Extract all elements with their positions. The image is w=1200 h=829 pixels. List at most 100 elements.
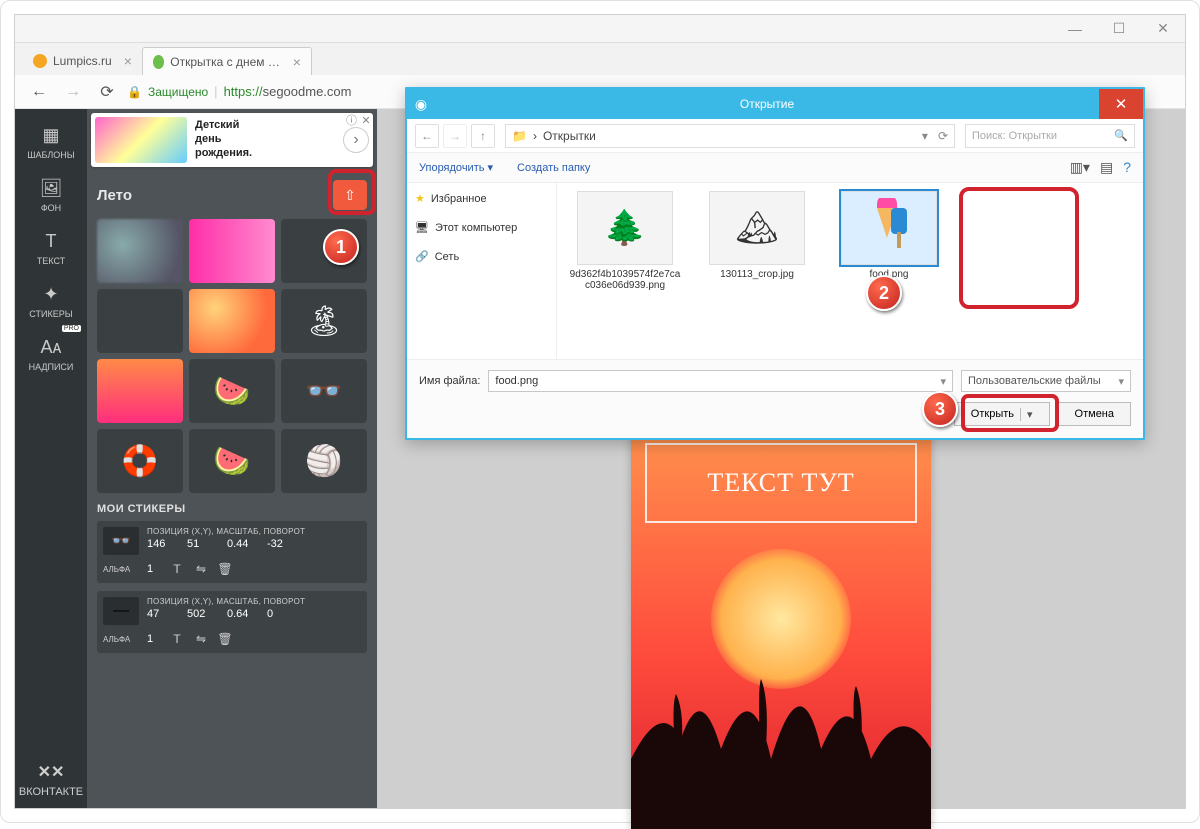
sticker-thumb[interactable]: 🏐 <box>281 429 367 493</box>
delete-icon[interactable]: 🗑 <box>217 631 233 647</box>
my-sticker-thumb: — <box>103 597 139 625</box>
filetype-filter[interactable]: Пользовательские файлы▾ <box>961 370 1131 392</box>
sidebar-label: НАДПИСИ <box>29 362 74 372</box>
nav-reload-icon[interactable]: ⟳ <box>93 78 121 106</box>
lock-icon: 🔒 <box>127 85 142 99</box>
ad-info-icon[interactable]: ⓘ <box>346 112 357 128</box>
bold-icon[interactable]: T <box>169 561 185 577</box>
nav-up-icon[interactable]: ↑ <box>471 124 495 148</box>
sidebar-item-background[interactable]: 🖼ФОН <box>15 168 87 221</box>
ad-banner[interactable]: Детский день рождения. › ⓘ ✕ <box>91 113 373 167</box>
tab-close-icon[interactable]: × <box>124 53 132 69</box>
sticker-thumb[interactable]: 👓 <box>281 359 367 423</box>
breadcrumb-folder: Открытки <box>543 129 596 143</box>
nav-forward-icon[interactable]: → <box>443 124 467 148</box>
file-item[interactable]: 🏔 130113_crop.jpg <box>701 191 813 280</box>
view-options-icon[interactable]: ▥▾ <box>1070 159 1090 176</box>
dialog-titlebar[interactable]: ◉ Открытие ✕ <box>407 89 1143 119</box>
nav-back-icon[interactable]: ← <box>415 124 439 148</box>
flip-icon[interactable]: ⇋ <box>193 631 209 647</box>
meta-label: ПОЗИЦИЯ (X,Y), МАСШТАБ, ПОВОРОТ <box>147 597 361 606</box>
my-sticker-row[interactable]: 👓 ПОЗИЦИЯ (X,Y), МАСШТАБ, ПОВОРОТ 146 51… <box>97 521 367 583</box>
breadcrumb[interactable]: 📁 › Открытки ▾ ⟳ <box>505 124 955 148</box>
nav-back-icon[interactable]: ← <box>25 78 53 106</box>
sticker-thumb[interactable]: 🛟 <box>97 429 183 493</box>
window-titlebar: — ☐ ✕ <box>15 15 1185 43</box>
dialog-search-input[interactable]: Поиск: Открытки 🔍 <box>965 124 1135 148</box>
star-icon: ★ <box>415 192 425 205</box>
tab-close-icon[interactable]: × <box>293 54 301 70</box>
pos-x: 146 <box>147 538 177 550</box>
vk-icon: ✕✕ <box>38 762 65 782</box>
icecream-icon <box>859 198 919 258</box>
background-icon: 🖼 <box>40 178 63 199</box>
tab-title: Lumpics.ru <box>53 54 112 68</box>
pc-icon: 🖥 <box>415 221 429 234</box>
poster-headline: ТЕКСТ ТУТ <box>645 443 917 523</box>
favicon-icon <box>33 54 47 68</box>
url-scheme: https:// <box>224 84 263 99</box>
sticker-thumb[interactable]: 🍉 <box>189 359 275 423</box>
sidebar-item-vk[interactable]: ✕✕ ВКОНТАКТЕ <box>19 752 83 808</box>
sidebar-item-templates[interactable]: ▦ШАБЛОНЫ <box>15 115 87 168</box>
tool-sidebar: ▦ШАБЛОНЫ 🖼ФОН TТЕКСТ ✦СТИКЕРЫ PROAᴀНАДПИ… <box>15 109 87 808</box>
scale: 0.64 <box>227 608 257 620</box>
meta-label: ПОЗИЦИЯ (X,Y), МАСШТАБ, ПОВОРОТ <box>147 527 361 536</box>
alpha-label: АЛЬФА <box>103 635 139 644</box>
dialog-title: Открытие <box>435 97 1099 111</box>
new-folder-button[interactable]: Создать папку <box>517 162 590 174</box>
upload-icon: ⇧ <box>344 187 356 204</box>
sticker-thumb[interactable] <box>97 289 183 353</box>
file-name: 130113_crop.jpg <box>720 269 794 280</box>
ad-close-icon[interactable]: ✕ <box>358 112 374 128</box>
sidebar-item-stickers[interactable]: ✦СТИКЕРЫ <box>15 274 87 327</box>
flip-icon[interactable]: ⇋ <box>193 561 209 577</box>
nav-forward-icon[interactable]: → <box>59 78 87 106</box>
preview-pane-icon[interactable]: ▤ <box>1100 159 1113 176</box>
step-badge-3: 3 <box>922 391 958 427</box>
window-maximize[interactable]: ☐ <box>1097 15 1141 42</box>
my-sticker-row[interactable]: — ПОЗИЦИЯ (X,Y), МАСШТАБ, ПОВОРОТ 47 502… <box>97 591 367 653</box>
sticker-thumb[interactable] <box>97 219 183 283</box>
sidebar-label: ВКОНТАКТЕ <box>19 786 83 798</box>
dialog-sidebar: ★Избранное 🖥Этот компьютер 🔗Сеть <box>407 183 557 359</box>
ad-next-icon[interactable]: › <box>343 127 369 153</box>
search-icon: 🔍 <box>1114 129 1128 142</box>
tab-lumpics[interactable]: Lumpics.ru × <box>23 47 142 75</box>
help-icon[interactable]: ? <box>1123 159 1131 176</box>
window-close[interactable]: ✕ <box>1141 15 1185 42</box>
pos-y: 51 <box>187 538 217 550</box>
window-minimize[interactable]: — <box>1053 15 1097 42</box>
open-button[interactable]: Открыть▾ <box>954 402 1050 426</box>
cancel-button[interactable]: Отмена <box>1058 402 1131 426</box>
sidebar-network[interactable]: 🔗Сеть <box>415 247 548 266</box>
organize-menu[interactable]: Упорядочить ▾ <box>419 161 493 174</box>
sticker-thumb[interactable]: 🍉 <box>189 429 275 493</box>
search-placeholder: Поиск: Открытки <box>972 130 1057 142</box>
tab-title: Открытка с днем рожд... <box>170 55 280 69</box>
sidebar-item-text[interactable]: TТЕКСТ <box>15 221 87 274</box>
sidebar-item-captions[interactable]: PROAᴀНАДПИСИ <box>15 327 87 380</box>
pos-y: 502 <box>187 608 217 620</box>
sticker-thumb[interactable] <box>189 289 275 353</box>
filename-input[interactable]: food.png▾ <box>488 370 953 392</box>
file-list: 🌲 9d362f4b1039574f2e7cac036e06d939.png 🏔… <box>557 183 1143 359</box>
stickers-panel: Детский день рождения. › ⓘ ✕ Лето ⇧ <box>87 109 377 808</box>
alpha-label: АЛЬФА <box>103 565 139 574</box>
file-item[interactable]: 🌲 9d362f4b1039574f2e7cac036e06d939.png <box>569 191 681 291</box>
sticker-thumb[interactable] <box>189 219 275 283</box>
sticker-thumb[interactable] <box>97 359 183 423</box>
tab-segoodme[interactable]: Открытка с днем рожд... × <box>142 47 312 75</box>
delete-icon[interactable]: 🗑 <box>217 561 233 577</box>
dialog-close-icon[interactable]: ✕ <box>1099 89 1143 119</box>
sticker-thumb[interactable]: 🏝 <box>281 289 367 353</box>
sidebar-favorites[interactable]: ★Избранное <box>415 189 548 208</box>
sidebar-thispc[interactable]: 🖥Этот компьютер <box>415 218 548 237</box>
bold-icon[interactable]: T <box>169 631 185 647</box>
step-badge-1: 1 <box>323 229 359 265</box>
alpha-value: 1 <box>147 633 161 645</box>
file-item-selected[interactable]: food.png <box>833 191 945 280</box>
my-sticker-thumb: 👓 <box>103 527 139 555</box>
captions-icon: Aᴀ <box>41 337 62 358</box>
upload-sticker-button[interactable]: ⇧ <box>333 180 367 210</box>
